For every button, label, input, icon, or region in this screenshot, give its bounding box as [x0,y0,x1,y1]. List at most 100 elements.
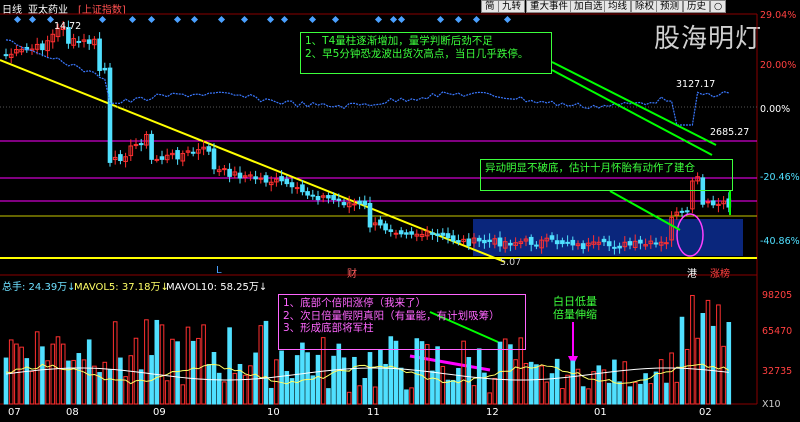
candle-body [222,168,227,171]
candle-body [404,232,409,235]
volume-axis-label: 65470 [762,326,793,337]
candle-body [606,241,612,247]
volume-bar [497,341,503,405]
candle-body [300,184,305,193]
event-diamond [454,15,463,24]
volume-bar [476,348,482,405]
candle-body [362,200,368,206]
candle-body [305,191,310,196]
candle-body [190,151,196,154]
event-diamond [128,15,137,24]
volume-bar [86,339,92,405]
volume-bar [305,352,310,405]
candle-body [388,229,394,232]
volume-bar [81,359,87,405]
candle-body [138,143,144,146]
volume-bar [492,377,498,405]
volume-bar [66,360,71,405]
candle-body [336,198,342,201]
volume-bar [586,388,591,405]
month-tick-label: 02 [699,407,712,418]
volume-bar [294,355,300,405]
candle-body [679,210,685,213]
candle-body [580,243,586,250]
candle-body [289,182,295,188]
volume-bar [643,373,648,405]
volume-bar [664,382,669,405]
event-diamond [503,15,512,24]
candle-body [549,235,555,240]
volume-bar [154,319,160,405]
volume-bar [378,349,383,405]
candle-body [97,38,102,71]
month-tick-label: 11 [367,407,380,418]
candle-body [445,233,451,239]
volume-bar [393,340,399,405]
volume-bar [263,320,269,405]
volume-bar [206,364,212,405]
candle-body [534,244,539,247]
volume-bar [430,370,435,405]
price-axis-label: 29.04% [760,10,797,21]
candle-body [466,238,472,247]
volume-bar [175,341,180,405]
volume-bar [315,354,321,405]
volume-bar [196,337,201,405]
candle-body [159,156,165,160]
volume-bar [336,343,342,405]
event-diamond [46,15,55,24]
candle-body [476,237,482,242]
event-diamond [190,15,199,24]
event-diamond [98,15,107,24]
volume-bar [653,371,659,405]
event-diamond [280,15,289,24]
volume-bar [367,352,373,405]
event-diamond [173,15,182,24]
event-diamond [28,15,37,24]
volume-bar [222,381,227,405]
candle-body [367,202,373,228]
mavol10-label: MAVOL10: 58.25万↓ [166,282,268,293]
month-tick-label: 09 [153,407,166,418]
candle-body [76,40,82,43]
volume-bar [284,371,290,405]
candle-body [393,232,399,235]
volume-bar [164,380,170,405]
volume-bar [658,359,664,405]
callout-top: 1、T4量柱逐渐增加，量学判断后劲不足 2、早5分钟恐龙波出货次高点，当日几乎跌… [300,32,552,74]
volume-bar [705,299,711,405]
candle-body [315,195,321,201]
mavol10-line [5,367,729,381]
volume-bar [596,365,602,405]
volume-bar [40,346,45,405]
volume-bar [362,378,368,405]
volume-bar [383,363,388,405]
volume-bar [138,369,144,405]
volume-bar [216,372,222,405]
volume-bar [424,344,430,405]
volume-axis-label: 32735 [762,366,793,377]
candle-body [118,154,123,162]
volume-bar [601,369,607,405]
candle-body [102,67,108,71]
candle-body [3,54,9,57]
volume-bar [372,386,378,405]
event-diamond [436,15,445,24]
volume-bar [118,357,123,405]
volume-bar [471,385,477,405]
candle-body [617,245,622,249]
candle-body [206,146,212,152]
candle-body [430,232,435,235]
event-diamond [308,15,317,24]
price-axis-label: 0.00% [760,104,791,115]
volume-bar [638,383,643,405]
volume-bar [606,382,612,405]
volume-bar [440,365,446,405]
index-low-annotation: 2685.27 [710,127,750,138]
volume-bar [690,294,695,405]
volume-bar [326,388,331,405]
volume-bar [710,325,716,405]
candle-body [107,67,113,163]
month-tick-label: 10 [267,407,280,418]
candle-body [450,235,456,242]
